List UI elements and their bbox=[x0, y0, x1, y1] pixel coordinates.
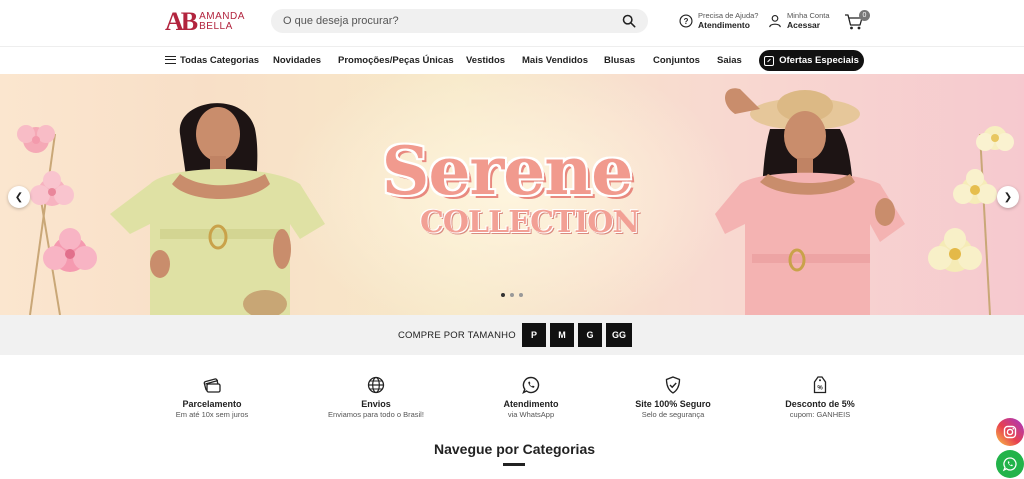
cart-button[interactable]: 0 bbox=[844, 10, 870, 31]
svg-text:?: ? bbox=[684, 17, 689, 26]
instagram-icon bbox=[1003, 425, 1017, 439]
logo-text: AMANDA BELLA bbox=[199, 12, 245, 32]
brand-logo[interactable]: AB AMANDA BELLA bbox=[165, 8, 249, 36]
benefit-subtitle: Selo de segurança bbox=[641, 410, 705, 419]
whatsapp-icon bbox=[522, 376, 540, 394]
nav-item-blusas[interactable]: Blusas bbox=[604, 55, 635, 66]
hero-banner[interactable]: Serene COLLECTION ❮ ❯ bbox=[0, 74, 1024, 315]
question-icon: ? bbox=[679, 13, 693, 28]
tag-icon bbox=[764, 55, 775, 66]
benefit-support: Atendimento via WhatsApp bbox=[461, 375, 601, 420]
menu-icon bbox=[165, 56, 176, 64]
size-button-p[interactable]: P bbox=[522, 323, 546, 347]
benefit-subtitle: via WhatsApp bbox=[507, 410, 555, 419]
benefit-subtitle: Enviamos para todo o Brasil! bbox=[328, 410, 424, 419]
chevron-right-icon: ❯ bbox=[1003, 191, 1013, 203]
shop-by-size-label: COMPRE POR TAMANHO bbox=[398, 330, 516, 341]
size-button-m[interactable]: M bbox=[550, 323, 574, 347]
account-small-label: Minha Conta bbox=[787, 11, 830, 20]
benefit-secure: Site 100% Seguro Selo de segurança bbox=[603, 375, 743, 420]
left-model-illustration bbox=[110, 103, 325, 315]
nav-item-saias[interactable]: Saias bbox=[717, 55, 742, 66]
whatsapp-icon bbox=[1002, 457, 1017, 472]
nav-item-mais-vendidos[interactable]: Mais Vendidos bbox=[522, 55, 588, 66]
nav-item-novidades[interactable]: Novidades bbox=[273, 55, 321, 66]
account-strong-label: Acessar bbox=[787, 20, 821, 30]
instagram-float-button[interactable] bbox=[996, 418, 1024, 446]
user-icon bbox=[769, 14, 781, 27]
search-icon[interactable] bbox=[622, 14, 636, 28]
hero-dot-3[interactable] bbox=[519, 293, 523, 297]
categories-heading: Navegue por Categorias bbox=[433, 441, 596, 457]
hero-next-button[interactable]: ❯ bbox=[997, 186, 1019, 208]
benefit-subtitle: Em até 10x sem juros bbox=[175, 410, 249, 419]
whatsapp-float-button[interactable] bbox=[996, 450, 1024, 478]
site-header: AB AMANDA BELLA ? Precisa de Ajuda? Aten… bbox=[0, 0, 1024, 46]
benefit-subtitle: cupom: GANHEIS bbox=[789, 410, 851, 419]
logo-line-2: BELLA bbox=[199, 21, 233, 32]
help-link[interactable]: ? Precisa de Ajuda? Atendimento bbox=[679, 11, 758, 30]
chevron-left-icon: ❮ bbox=[14, 191, 24, 203]
hero-prev-button[interactable]: ❮ bbox=[8, 186, 30, 208]
size-button-gg[interactable]: GG bbox=[606, 323, 632, 347]
hero-dot-1[interactable] bbox=[501, 293, 505, 297]
globe-icon bbox=[367, 376, 385, 394]
help-small-label: Precisa de Ajuda? bbox=[698, 11, 759, 20]
benefit-title: Atendimento bbox=[503, 399, 559, 409]
hero-dot-2[interactable] bbox=[510, 293, 514, 297]
benefit-installments: Parcelamento Em até 10x sem juros bbox=[142, 375, 282, 420]
main-nav: Todas Categorias Novidades Promoções/Peç… bbox=[0, 46, 1024, 74]
svg-text:%: % bbox=[817, 386, 823, 392]
nav-all-categories[interactable]: Todas Categorias bbox=[165, 55, 259, 66]
search-bar bbox=[271, 9, 648, 33]
nav-item-vestidos[interactable]: Vestidos bbox=[466, 55, 505, 66]
benefit-title: Envios bbox=[361, 399, 391, 409]
account-text: Minha Conta Acessar bbox=[787, 11, 830, 30]
nav-item-conjuntos[interactable]: Conjuntos bbox=[653, 55, 700, 66]
size-button-g[interactable]: G bbox=[578, 323, 602, 347]
categories-heading-underline bbox=[503, 463, 525, 466]
benefit-title: Site 100% Seguro bbox=[635, 399, 711, 409]
benefit-title: Desconto de 5% bbox=[785, 399, 855, 409]
account-link[interactable]: Minha Conta Acessar bbox=[768, 11, 830, 30]
hero-title: Serene bbox=[381, 132, 633, 210]
shield-icon bbox=[665, 376, 681, 394]
help-strong-label: Atendimento bbox=[698, 20, 750, 30]
search-input[interactable] bbox=[283, 15, 622, 27]
benefit-title: Parcelamento bbox=[182, 399, 242, 409]
special-offers-label: Ofertas Especiais bbox=[779, 55, 859, 66]
benefit-discount: % Desconto de 5% cupom: GANHEIS bbox=[750, 375, 890, 420]
discount-tag-icon: % bbox=[813, 376, 827, 394]
logo-mark: AB bbox=[165, 7, 198, 36]
cart-count-badge: 0 bbox=[859, 10, 870, 21]
hero-subtitle: COLLECTION bbox=[420, 205, 640, 240]
nav-all-categories-label: Todas Categorias bbox=[180, 55, 260, 66]
help-text: Precisa de Ajuda? Atendimento bbox=[698, 11, 758, 30]
right-model-illustration bbox=[715, 88, 905, 315]
right-flowers-illustration bbox=[928, 126, 1014, 315]
special-offers-button[interactable]: Ofertas Especiais bbox=[759, 50, 864, 71]
card-icon bbox=[203, 378, 221, 393]
hero-pagination bbox=[501, 293, 523, 297]
nav-item-promocoes[interactable]: Promoções/Peças Únicas bbox=[338, 55, 454, 66]
shop-by-size-bar: COMPRE POR TAMANHO P M G GG bbox=[0, 315, 1024, 355]
benefit-shipping: Envios Enviamos para todo o Brasil! bbox=[306, 375, 446, 420]
left-flowers-illustration bbox=[17, 125, 97, 315]
